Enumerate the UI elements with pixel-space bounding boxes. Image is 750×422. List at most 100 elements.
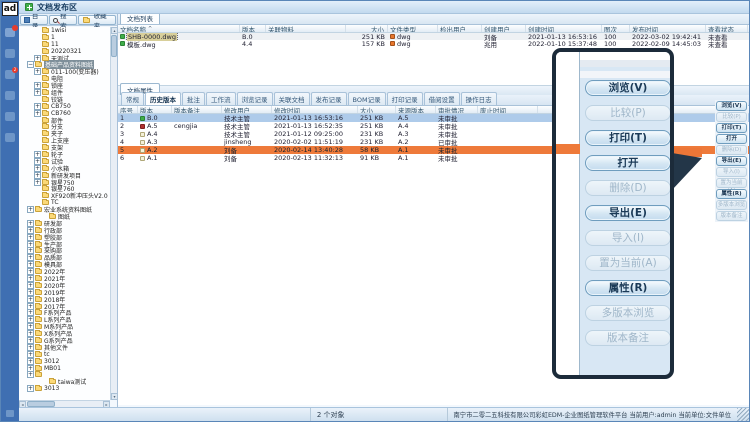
scroll-down-icon[interactable]: ▾ xyxy=(111,393,118,400)
tree-item[interactable]: +锁座 xyxy=(19,82,110,89)
column-header[interactable]: 大小 xyxy=(346,25,388,32)
column-header[interactable]: 修改用户 xyxy=(222,106,272,113)
magnified-menu-export-button[interactable]: 导出(E) xyxy=(585,205,671,221)
column-header[interactable]: 图次 xyxy=(602,25,630,32)
tab-favorites[interactable]: 收藏夹 xyxy=(78,15,116,25)
tree-item[interactable]: +组件 xyxy=(19,89,110,96)
magnified-menu-properties-button[interactable]: 属性(R) xyxy=(585,280,671,296)
menu-properties-button[interactable]: 属性(R) xyxy=(716,189,747,199)
props-tab-2[interactable]: 批注 xyxy=(182,92,205,105)
tree-item[interactable]: +其他文件 xyxy=(19,344,110,351)
expand-icon[interactable]: + xyxy=(34,89,41,96)
magnified-menu-print-button[interactable]: 打印(T) xyxy=(585,130,671,146)
magnified-menu-open-button[interactable]: 打开 xyxy=(585,155,671,171)
props-tab-5[interactable]: 关联文档 xyxy=(274,92,310,105)
folder-icon xyxy=(42,28,49,33)
tree-item[interactable]: 铰链 xyxy=(19,96,110,103)
tree-horizontal-scrollbar[interactable]: ◂ ▸ xyxy=(19,400,110,407)
chart-icon[interactable]: 2 xyxy=(5,70,15,79)
tree-item[interactable]: +品质部 xyxy=(19,254,110,261)
column-header[interactable]: 检出用户 xyxy=(438,25,482,32)
column-header[interactable]: 审批情况 xyxy=(436,106,478,113)
props-tab-1[interactable]: 历史版本 xyxy=(145,92,181,105)
column-header[interactable]: 创建时间 xyxy=(526,25,602,32)
tree-item[interactable]: +采购部 xyxy=(19,248,110,255)
props-tab-6[interactable]: 发布记录 xyxy=(311,92,347,105)
hist-source-version: A.1 xyxy=(396,146,436,154)
tree-item[interactable]: 1 xyxy=(19,34,110,41)
tree-item[interactable]: 图纸 xyxy=(19,213,110,220)
tree-item[interactable]: +CB750 xyxy=(19,103,110,110)
tree-item[interactable]: 上支座 xyxy=(19,137,110,144)
expand-icon[interactable]: + xyxy=(27,371,34,378)
tree-item[interactable]: 1wisi xyxy=(19,27,110,34)
folder-icon xyxy=(35,386,42,391)
folder-icon xyxy=(42,35,49,40)
menu-open-button[interactable]: 打开 xyxy=(716,134,747,144)
expand-icon[interactable]: + xyxy=(27,385,34,392)
props-tab-4[interactable]: 浏览记录 xyxy=(237,92,273,105)
scroll-up-icon[interactable]: ▴ xyxy=(111,27,118,34)
tree-item[interactable]: +轮子 xyxy=(19,151,110,158)
tree-item[interactable]: +CB760 xyxy=(19,110,110,117)
column-header[interactable]: 发布时间 xyxy=(630,25,706,32)
tree-item[interactable]: 分支 xyxy=(19,123,110,130)
column-header[interactable]: 文档名称^ xyxy=(118,25,240,32)
tree-item[interactable]: taiwa测试 xyxy=(19,378,110,385)
props-tab-9[interactable]: 借阅设置 xyxy=(424,92,460,105)
tree-item[interactable]: XF920新冲压头V2.0 图纸 xyxy=(19,192,110,199)
gear-icon[interactable] xyxy=(5,133,15,142)
tree-item[interactable]: +塑胶部 xyxy=(19,234,110,241)
user-icon[interactable] xyxy=(5,112,15,121)
tab-catalog[interactable]: 目录 xyxy=(20,15,48,25)
menu-browse-button[interactable]: 浏览(V) xyxy=(716,101,747,111)
folder-icon[interactable] xyxy=(5,49,15,58)
scrollbar-thumb[interactable] xyxy=(111,35,117,57)
expand-icon[interactable]: + xyxy=(27,206,34,213)
column-header[interactable]: 版本 xyxy=(138,106,172,113)
menu-print-button[interactable]: 打印(T) xyxy=(716,123,747,133)
tree-item[interactable]: +行政部 xyxy=(19,227,110,234)
column-header[interactable]: 废止时间 xyxy=(478,106,538,113)
column-header[interactable]: 版本备注 xyxy=(172,106,222,113)
hist-note: cengjia xyxy=(172,122,222,130)
table-row[interactable]: 模板.dwg4.4157 KBdwg兆用2022-01-10 15:37:481… xyxy=(118,40,749,47)
folder-icon xyxy=(42,111,49,116)
tree-item[interactable]: 11 xyxy=(19,41,110,48)
props-tab-8[interactable]: 打印记录 xyxy=(387,92,423,105)
magnified-menu-browse-button[interactable]: 浏览(V) xyxy=(585,80,671,96)
tree-item[interactable]: +011-100(变压器) xyxy=(19,68,110,75)
tree-item[interactable]: +生产部 xyxy=(19,241,110,248)
settings-bottom-icon[interactable] xyxy=(6,410,14,417)
title-bar[interactable]: 文档发布区 xyxy=(19,1,749,14)
column-header[interactable]: 文件类型 xyxy=(388,25,438,32)
folder-icon xyxy=(42,69,49,74)
column-header[interactable]: 大小 xyxy=(358,106,396,113)
column-header[interactable]: 关联物料 xyxy=(266,25,346,32)
menu-export-button[interactable]: 导出(E) xyxy=(716,156,747,166)
tree-item[interactable]: 部件 xyxy=(19,117,110,124)
tab-search[interactable]: 搜索 xyxy=(49,15,76,25)
resize-grip[interactable] xyxy=(737,408,749,421)
tree-item[interactable]: +MB01 xyxy=(19,365,110,372)
column-header[interactable]: 修改时间 xyxy=(272,106,358,113)
props-tab-10[interactable]: 操作日志 xyxy=(461,92,497,105)
props-tab-7[interactable]: BOM记录 xyxy=(348,92,386,105)
expand-icon[interactable]: + xyxy=(34,179,41,186)
expand-icon[interactable]: + xyxy=(34,110,41,117)
dwg-file-icon xyxy=(390,34,395,39)
chat-icon[interactable] xyxy=(5,28,15,37)
tree-vertical-scrollbar[interactable]: ▴ ▾ xyxy=(110,27,117,400)
tree-item[interactable]: +3012 xyxy=(19,358,110,365)
column-header[interactable]: 版本 xyxy=(240,25,266,32)
folder-icon xyxy=(35,276,42,281)
collapse-icon[interactable]: − xyxy=(27,61,34,68)
expand-icon[interactable]: + xyxy=(34,68,41,75)
refresh-icon[interactable] xyxy=(5,91,15,100)
doc-size: 157 KB xyxy=(346,40,388,48)
column-header[interactable]: 来源版本 xyxy=(396,106,436,113)
props-tab-3[interactable]: 工作流 xyxy=(206,92,236,105)
column-header[interactable]: 序号 xyxy=(118,106,138,113)
folder-icon xyxy=(35,221,42,226)
props-tab-0[interactable]: 常规 xyxy=(121,92,144,105)
